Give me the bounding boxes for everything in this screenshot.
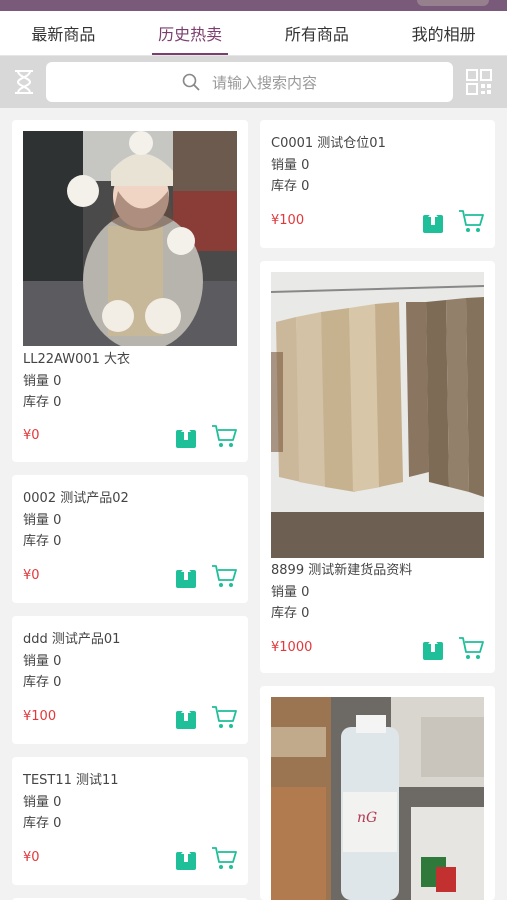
product-price: ¥1000	[271, 640, 313, 655]
product-card[interactable]: C0001 测试仓位01 销量 0 库存 0 ¥100	[260, 120, 495, 248]
product-title: ddd 测试产品01	[23, 632, 121, 647]
product-price: ¥0	[23, 850, 40, 865]
share-icon[interactable]	[176, 424, 196, 448]
product-sales: 销量 0	[23, 513, 62, 528]
product-price: ¥100	[23, 709, 57, 724]
cart-icon[interactable]	[211, 424, 237, 448]
product-card[interactable]: 0002 测试产品02 销量 0 库存 0 ¥0	[12, 475, 248, 603]
tab-latest[interactable]: 最新商品	[0, 11, 127, 55]
svg-text:nG: nG	[357, 810, 377, 826]
hourglass-icon[interactable]	[12, 69, 36, 95]
product-stock: 库存 0	[271, 606, 310, 621]
tab-all-products[interactable]: 所有商品	[254, 11, 381, 55]
product-card[interactable]: TEST11 测试11 销量 0 库存 0 ¥0	[12, 757, 248, 885]
product-price: ¥0	[23, 428, 40, 443]
share-icon[interactable]	[423, 209, 443, 233]
product-stock: 库存 0	[23, 675, 62, 690]
product-stock: 库存 0	[271, 179, 310, 194]
product-title: TEST11 测试11	[23, 773, 119, 788]
status-pill	[417, 0, 489, 6]
search-placeholder: 请输入搜索内容	[211, 73, 317, 92]
share-icon[interactable]	[176, 846, 196, 870]
product-title: LL22AW001 大衣	[23, 352, 131, 367]
product-price: ¥100	[271, 213, 305, 228]
product-title: 0002 测试产品02	[23, 491, 129, 506]
product-card[interactable]: nG	[260, 686, 495, 900]
status-bar	[0, 0, 507, 11]
product-stock: 库存 0	[23, 534, 62, 549]
share-icon[interactable]	[176, 705, 196, 729]
share-icon[interactable]	[423, 636, 443, 660]
product-sales: 销量 0	[23, 654, 62, 669]
cart-icon[interactable]	[211, 705, 237, 729]
product-card[interactable]: 8899 测试新建货品资料 销量 0 库存 0 ¥1000	[260, 261, 495, 673]
grid-view-icon[interactable]	[466, 69, 492, 95]
product-sales: 销量 0	[271, 158, 310, 173]
cart-icon[interactable]	[211, 846, 237, 870]
search-input[interactable]: 请输入搜索内容	[46, 62, 453, 102]
cart-icon[interactable]	[458, 209, 484, 233]
product-price: ¥0	[23, 568, 40, 583]
product-card[interactable]: ddd 测试产品01 销量 0 库存 0 ¥100	[12, 616, 248, 744]
product-title: 8899 测试新建货品资料	[271, 563, 413, 578]
search-icon	[182, 73, 200, 91]
product-sales: 销量 0	[23, 795, 62, 810]
product-sales: 销量 0	[23, 374, 62, 389]
product-title: C0001 测试仓位01	[271, 136, 386, 151]
cart-icon[interactable]	[458, 636, 484, 660]
cart-icon[interactable]	[211, 564, 237, 588]
product-stock: 库存 0	[23, 395, 62, 410]
search-bar: 请输入搜索内容	[0, 56, 507, 108]
top-tabs: 最新商品 历史热卖 所有商品 我的相册	[0, 11, 507, 56]
product-stock: 库存 0	[23, 816, 62, 831]
product-image[interactable]: nG	[271, 697, 484, 900]
product-image[interactable]	[271, 272, 484, 558]
product-sales: 销量 0	[271, 585, 310, 600]
tab-history-hot[interactable]: 历史热卖	[127, 11, 254, 55]
tab-my-album[interactable]: 我的相册	[380, 11, 507, 55]
share-icon[interactable]	[176, 564, 196, 588]
product-card[interactable]: LL22AW001 大衣 销量 0 库存 0 ¥0	[12, 120, 248, 462]
product-image[interactable]	[23, 131, 237, 346]
